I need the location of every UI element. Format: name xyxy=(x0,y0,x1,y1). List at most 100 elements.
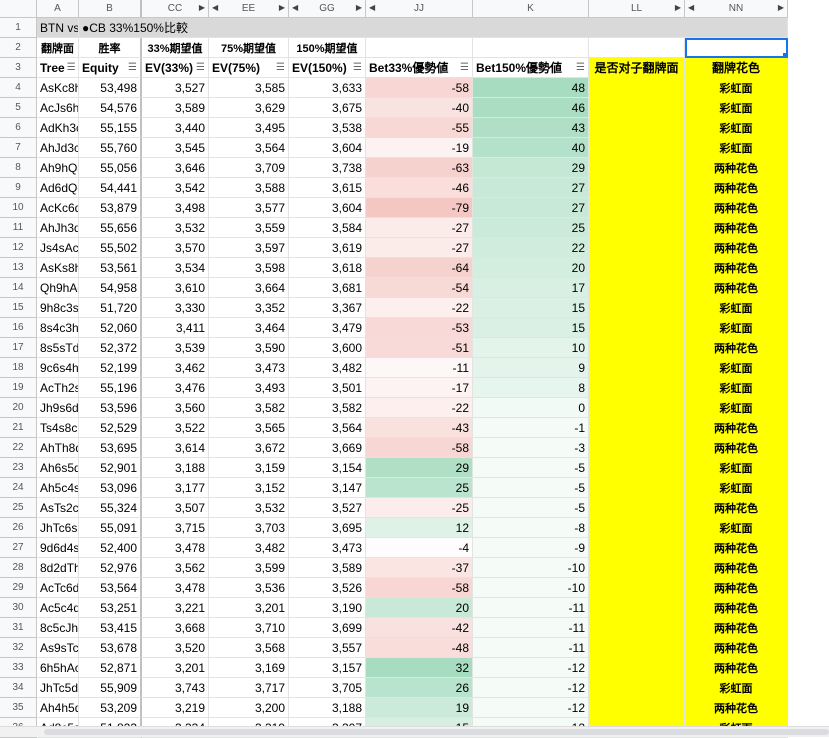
bet33-advantage-cell[interactable]: -58 xyxy=(366,438,473,458)
paired-flop-cell[interactable] xyxy=(589,478,685,498)
ev75-cell[interactable]: 3,599 xyxy=(209,558,289,578)
tree-cell[interactable]: Jh9s6d xyxy=(37,398,79,418)
tree-cell[interactable]: AcJs6h xyxy=(37,98,79,118)
column-header-e[interactable]: EE ◀ ▶ xyxy=(209,0,289,18)
ev75-cell[interactable]: 3,629 xyxy=(209,98,289,118)
row-header[interactable]: 32 xyxy=(0,638,37,658)
equity-cell[interactable]: 53,498 xyxy=(79,78,142,98)
collapse-left-icon[interactable]: ◀ xyxy=(212,3,218,12)
row-header[interactable]: 35 xyxy=(0,698,37,718)
ev150-cell[interactable]: 3,738 xyxy=(289,158,366,178)
paired-flop-cell[interactable] xyxy=(589,358,685,378)
flop-suit-cell[interactable]: 彩虹面 xyxy=(685,118,788,138)
ev33-cell[interactable]: 3,532 xyxy=(142,218,209,238)
filter-icon[interactable]: ☰ xyxy=(196,62,205,73)
paired-flop-cell[interactable] xyxy=(589,558,685,578)
tree-cell[interactable]: 8s5sTd xyxy=(37,338,79,358)
ev75-cell[interactable]: 3,577 xyxy=(209,198,289,218)
paired-flop-cell[interactable] xyxy=(589,638,685,658)
flop-suit-cell[interactable]: 两种花色 xyxy=(685,258,788,278)
column-header-c[interactable]: CC ▶ xyxy=(142,0,209,18)
bet33-advantage-cell[interactable]: -37 xyxy=(366,558,473,578)
row-header[interactable]: 26 xyxy=(0,518,37,538)
row-header[interactable]: 19 xyxy=(0,378,37,398)
bet150-advantage-cell[interactable]: 27 xyxy=(473,198,589,218)
tree-cell[interactable]: JhTc6s xyxy=(37,518,79,538)
ev75-cell[interactable]: 3,585 xyxy=(209,78,289,98)
ev150-cell[interactable]: 3,584 xyxy=(289,218,366,238)
paired-flop-cell[interactable] xyxy=(589,118,685,138)
equity-cell[interactable]: 53,695 xyxy=(79,438,142,458)
ev150-cell[interactable]: 3,188 xyxy=(289,698,366,718)
row-header[interactable]: 11 xyxy=(0,218,37,238)
ev75-cell[interactable]: 3,582 xyxy=(209,398,289,418)
paired-flop-cell[interactable] xyxy=(589,138,685,158)
ev33-cell[interactable]: 3,507 xyxy=(142,498,209,518)
flop-suit-cell[interactable]: 两种花色 xyxy=(685,238,788,258)
filter-header-cell[interactable]: EV(150%) ☰ xyxy=(289,58,366,78)
flop-suit-cell[interactable]: 两种花色 xyxy=(685,438,788,458)
subheader-cell[interactable] xyxy=(473,38,589,58)
flop-suit-cell[interactable]: 两种花色 xyxy=(685,658,788,678)
equity-cell[interactable]: 52,529 xyxy=(79,418,142,438)
equity-cell[interactable]: 54,576 xyxy=(79,98,142,118)
paired-flop-cell[interactable] xyxy=(589,538,685,558)
ev75-cell[interactable]: 3,588 xyxy=(209,178,289,198)
bet150-advantage-cell[interactable]: -8 xyxy=(473,518,589,538)
flop-suit-cell[interactable]: 两种花色 xyxy=(685,618,788,638)
ev33-cell[interactable]: 3,668 xyxy=(142,618,209,638)
ev33-cell[interactable]: 3,539 xyxy=(142,338,209,358)
paired-flop-cell[interactable] xyxy=(589,578,685,598)
row-header[interactable]: 10 xyxy=(0,198,37,218)
equity-cell[interactable]: 55,196 xyxy=(79,378,142,398)
equity-cell[interactable]: 51,720 xyxy=(79,298,142,318)
bet150-advantage-cell[interactable]: -12 xyxy=(473,658,589,678)
tree-cell[interactable]: Ac5c4d xyxy=(37,598,79,618)
flop-suit-cell[interactable]: 两种花色 xyxy=(685,598,788,618)
flop-suit-cell[interactable]: 彩虹面 xyxy=(685,358,788,378)
tree-cell[interactable]: 8s4c3h xyxy=(37,318,79,338)
flop-suit-cell[interactable]: 彩虹面 xyxy=(685,378,788,398)
bet150-advantage-cell[interactable]: 17 xyxy=(473,278,589,298)
paired-flop-cell[interactable] xyxy=(589,618,685,638)
bet33-advantage-cell[interactable]: 20 xyxy=(366,598,473,618)
flop-suit-cell[interactable]: 彩虹面 xyxy=(685,98,788,118)
ev150-cell[interactable]: 3,669 xyxy=(289,438,366,458)
horizontal-scrollbar[interactable] xyxy=(0,726,829,737)
paired-flop-cell[interactable] xyxy=(589,238,685,258)
column-header-k[interactable]: K xyxy=(473,0,589,18)
bet150-advantage-cell[interactable]: 48 xyxy=(473,78,589,98)
tree-cell[interactable]: 8d2dTh xyxy=(37,558,79,578)
row-header[interactable]: 12 xyxy=(0,238,37,258)
paired-flop-cell[interactable] xyxy=(589,298,685,318)
bet33-advantage-cell[interactable]: -51 xyxy=(366,338,473,358)
row-header[interactable]: 2 xyxy=(0,38,37,58)
bet33-advantage-cell[interactable]: -22 xyxy=(366,298,473,318)
ev150-cell[interactable]: 3,479 xyxy=(289,318,366,338)
paired-flop-cell[interactable] xyxy=(589,78,685,98)
ev33-cell[interactable]: 3,411 xyxy=(142,318,209,338)
ev75-cell[interactable]: 3,201 xyxy=(209,598,289,618)
bet150-advantage-cell[interactable]: -1 xyxy=(473,418,589,438)
row-header[interactable]: 31 xyxy=(0,618,37,638)
bet150-advantage-cell[interactable]: -5 xyxy=(473,458,589,478)
ev75-cell[interactable]: 3,200 xyxy=(209,698,289,718)
collapse-left-icon[interactable]: ◀ xyxy=(292,3,298,12)
ev33-cell[interactable]: 3,646 xyxy=(142,158,209,178)
ev33-cell[interactable]: 3,534 xyxy=(142,258,209,278)
expand-right-icon[interactable]: ▶ xyxy=(199,3,205,12)
flop-suit-cell[interactable]: 彩虹面 xyxy=(685,298,788,318)
tree-cell[interactable]: AcTh2s xyxy=(37,378,79,398)
ev150-cell[interactable]: 3,482 xyxy=(289,358,366,378)
equity-cell[interactable]: 54,441 xyxy=(79,178,142,198)
ev33-cell[interactable]: 3,589 xyxy=(142,98,209,118)
flop-suit-cell[interactable]: 两种花色 xyxy=(685,578,788,598)
ev33-cell[interactable]: 3,743 xyxy=(142,678,209,698)
bet33-advantage-cell[interactable]: -25 xyxy=(366,498,473,518)
filter-icon[interactable]: ☰ xyxy=(276,62,285,73)
row-header[interactable]: 18 xyxy=(0,358,37,378)
expand-right-icon[interactable]: ▶ xyxy=(675,3,681,12)
bet33-advantage-cell[interactable]: -27 xyxy=(366,218,473,238)
bet150-advantage-cell[interactable]: -5 xyxy=(473,478,589,498)
ev33-cell[interactable]: 3,440 xyxy=(142,118,209,138)
